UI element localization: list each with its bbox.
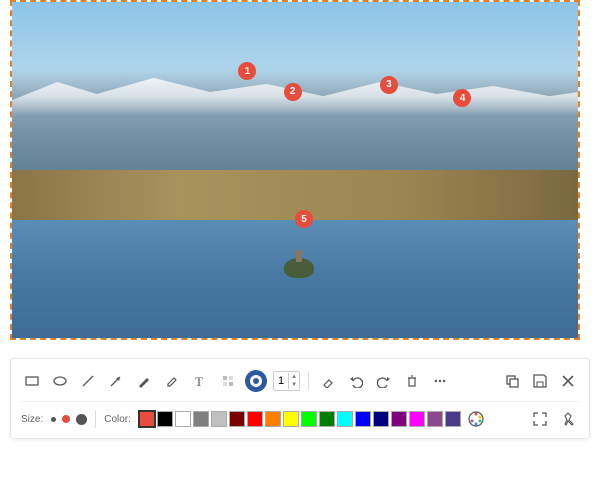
color-swatch[interactable] <box>265 411 281 427</box>
blur-tool-button[interactable] <box>217 370 239 392</box>
arrow-tool-button[interactable] <box>105 370 127 392</box>
eraser-button[interactable] <box>317 370 339 392</box>
color-swatch[interactable] <box>355 411 371 427</box>
separator <box>95 410 96 428</box>
spinner-down-button[interactable]: ▼ <box>289 381 299 389</box>
marker-number-spinner[interactable]: 1 ▲▼ <box>273 371 300 391</box>
number-marker-tool-button[interactable] <box>245 370 267 392</box>
captured-image: 1 2 3 4 5 <box>12 2 578 338</box>
size-small-button[interactable] <box>51 417 56 422</box>
size-large-button[interactable] <box>76 414 87 425</box>
color-swatch[interactable] <box>193 411 209 427</box>
size-medium-button[interactable] <box>62 415 70 423</box>
color-swatch[interactable] <box>139 411 155 427</box>
annotation-marker[interactable]: 5 <box>295 210 313 228</box>
shoreline-graphic <box>12 170 578 220</box>
color-label: Color: <box>104 414 131 425</box>
redo-button[interactable] <box>373 370 395 392</box>
color-swatch[interactable] <box>211 411 227 427</box>
color-swatch[interactable] <box>229 411 245 427</box>
undo-button[interactable] <box>345 370 367 392</box>
toolbar-row-tools: T 1 ▲▼ <box>21 367 579 395</box>
pin-button[interactable] <box>557 408 579 430</box>
color-swatch[interactable] <box>283 411 299 427</box>
color-swatch-row <box>139 411 461 427</box>
color-swatch[interactable] <box>373 411 389 427</box>
color-swatch[interactable] <box>427 411 443 427</box>
separator <box>308 372 309 390</box>
ellipse-tool-button[interactable] <box>49 370 71 392</box>
pen-tool-button[interactable] <box>133 370 155 392</box>
line-tool-button[interactable] <box>77 370 99 392</box>
color-swatch[interactable] <box>391 411 407 427</box>
size-label: Size: <box>21 414 43 425</box>
annotation-toolbar: T 1 ▲▼ Size: Color: <box>10 358 590 439</box>
color-swatch[interactable] <box>175 411 191 427</box>
highlighter-tool-button[interactable] <box>161 370 183 392</box>
rectangle-tool-button[interactable] <box>21 370 43 392</box>
capture-selection-area[interactable]: 1 2 3 4 5 <box>10 0 580 340</box>
island-graphic <box>284 258 314 278</box>
color-picker-button[interactable] <box>467 410 485 428</box>
fullscreen-button[interactable] <box>529 408 551 430</box>
color-swatch[interactable] <box>337 411 353 427</box>
copy-button[interactable] <box>501 370 523 392</box>
spinner-value: 1 <box>274 375 288 387</box>
text-tool-button[interactable]: T <box>189 370 211 392</box>
annotation-marker[interactable]: 2 <box>284 83 302 101</box>
delete-button[interactable] <box>401 370 423 392</box>
color-swatch[interactable] <box>247 411 263 427</box>
close-button[interactable] <box>557 370 579 392</box>
color-swatch[interactable] <box>301 411 317 427</box>
save-button[interactable] <box>529 370 551 392</box>
toolbar-row-style: Size: Color: <box>21 401 579 430</box>
spinner-up-button[interactable]: ▲ <box>289 373 299 381</box>
color-swatch[interactable] <box>157 411 173 427</box>
color-swatch[interactable] <box>409 411 425 427</box>
color-swatch[interactable] <box>445 411 461 427</box>
svg-text:T: T <box>195 374 203 388</box>
more-tools-button[interactable] <box>429 370 451 392</box>
color-swatch[interactable] <box>319 411 335 427</box>
annotation-marker[interactable]: 3 <box>380 76 398 94</box>
